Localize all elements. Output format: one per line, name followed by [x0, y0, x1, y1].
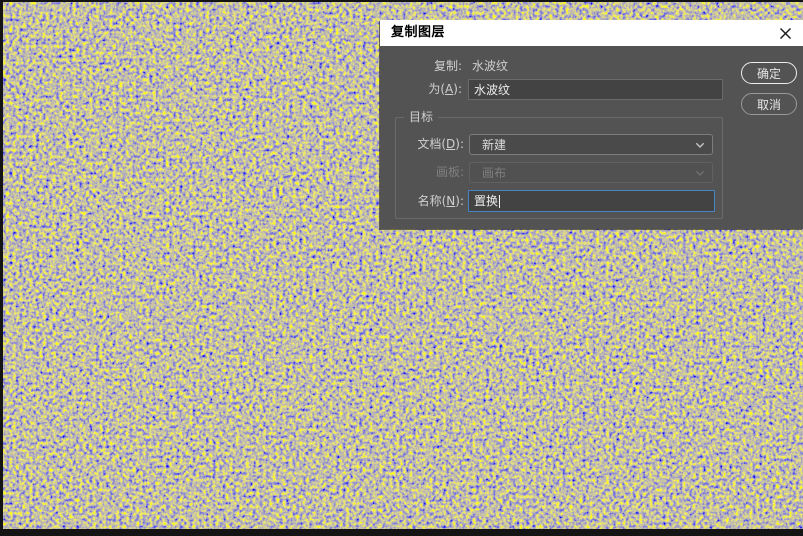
ok-button[interactable]: 确定	[741, 62, 797, 84]
artboard-label: 画板:	[435, 165, 464, 179]
artboard-select: 画布	[469, 162, 713, 183]
as-input[interactable]	[468, 79, 723, 100]
name-input[interactable]: 置换	[468, 190, 715, 212]
document-label: 文档(D):	[417, 137, 464, 151]
destination-group-title: 目标	[404, 110, 439, 125]
document-select[interactable]: 新建	[469, 134, 713, 155]
dialog-body: 复制: 水波纹 为(A): 确定 取消 目标 文档(D): 新建 画板: 画布	[380, 46, 803, 229]
destination-group: 目标 文档(D): 新建 画板: 画布 名称(N): 置换	[395, 110, 723, 219]
close-icon	[779, 27, 791, 39]
name-label: 名称(N):	[417, 194, 464, 208]
chevron-down-icon	[695, 142, 705, 148]
artboard-select-value: 画布	[482, 166, 507, 180]
cancel-button[interactable]: 取消	[741, 93, 797, 115]
dialog-title: 复制图层	[391, 25, 446, 40]
text-caret	[499, 194, 501, 208]
close-button[interactable]	[772, 20, 798, 46]
copy-label: 复制:	[433, 59, 462, 73]
document-select-value: 新建	[482, 138, 507, 152]
dialog-titlebar[interactable]: 复制图层	[380, 20, 803, 46]
as-label: 为(A):	[428, 82, 462, 96]
copy-value: 水波纹	[472, 59, 509, 73]
name-input-value: 置换	[474, 193, 499, 208]
chevron-down-icon	[695, 170, 705, 176]
duplicate-layer-dialog: 复制图层 复制: 水波纹 为(A): 确定 取消 目标 文档(D): 新建	[380, 20, 803, 229]
